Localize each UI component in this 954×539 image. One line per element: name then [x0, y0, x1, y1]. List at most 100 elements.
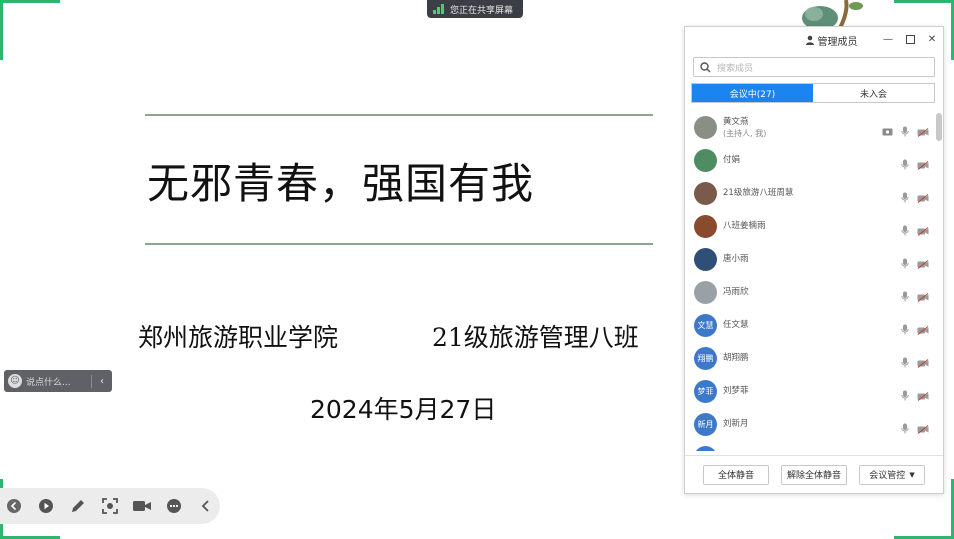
member-avatar — [694, 281, 717, 304]
camera-off-icon[interactable] — [917, 320, 929, 339]
slide-bottom-rule — [145, 243, 653, 245]
member-row[interactable]: 黄文燕 (主持人, 我) — [685, 111, 943, 144]
panel-footer: 全体静音 解除全体静音 会议管控 ▼ — [685, 455, 943, 493]
microphone-icon[interactable] — [901, 188, 909, 207]
microphone-icon[interactable] — [901, 353, 909, 372]
member-avatar — [694, 182, 717, 205]
member-row[interactable]: 八班姜楠雨 — [685, 210, 943, 243]
camera-off-icon[interactable] — [917, 254, 929, 273]
microphone-icon[interactable] — [901, 386, 909, 405]
camera-off-icon[interactable] — [917, 122, 929, 141]
member-name-block: 21级旅游八班周慧 — [723, 188, 793, 199]
panel-header: 管理成员 — ✕ — [685, 27, 943, 53]
microphone-icon[interactable] — [901, 287, 909, 306]
pen-icon[interactable] — [68, 496, 88, 516]
mute-all-button[interactable]: 全体静音 — [703, 464, 769, 485]
member-row[interactable]: 新月 刘新月 — [685, 408, 943, 441]
unmute-all-button[interactable]: 解除全体静音 — [781, 464, 847, 485]
meeting-control-button[interactable]: 会议管控 ▼ — [859, 464, 925, 485]
camera-icon[interactable] — [132, 496, 152, 516]
member-list: 黄文燕 (主持人, 我) 付娟 21级旅游八班周慧 八班姜楠雨 唐小雨 冯雨欣 文慧 任文慧 翔鹏… — [685, 111, 943, 451]
member-name-block: 唐小雨 — [723, 254, 749, 265]
member-row[interactable]: 冯雨欣 — [685, 276, 943, 309]
camera-off-icon[interactable] — [917, 155, 929, 174]
comment-placeholder: 说点什么... — [26, 374, 92, 388]
microphone-icon[interactable] — [901, 419, 909, 438]
member-search-input[interactable]: 搜索成员 — [693, 57, 935, 77]
screenshot-icon[interactable] — [100, 496, 120, 516]
slide-school: 郑州旅游职业学院 — [138, 323, 339, 352]
play-icon[interactable] — [36, 496, 56, 516]
search-placeholder: 搜索成员 — [717, 63, 754, 74]
member-row[interactable]: 文慧 任文慧 — [685, 309, 943, 342]
more-icon[interactable] — [164, 496, 184, 516]
camera-off-icon[interactable] — [917, 353, 929, 372]
member-list-scrollbar[interactable] — [936, 113, 942, 141]
member-avatar: 梦菲 — [694, 380, 717, 403]
member-name-block: 付娟 — [723, 155, 740, 166]
member-name-block: 任文慧 — [723, 320, 749, 331]
screen-share-indicator[interactable]: 您正在共享屏幕 — [427, 0, 523, 18]
camera-off-icon[interactable] — [917, 287, 929, 306]
member-row[interactable]: 梦菲 刘梦菲 — [685, 375, 943, 408]
camera-off-icon[interactable] — [917, 221, 929, 240]
member-avatar: 翔鹏 — [694, 347, 717, 370]
member-name-block: 八班姜楠雨 — [723, 221, 766, 232]
member-row[interactable]: 付娟 — [685, 144, 943, 177]
member-name: 任文慧 — [723, 320, 749, 330]
member-name: 付娟 — [723, 155, 741, 165]
screen-share-icon[interactable] — [882, 122, 893, 141]
comment-input[interactable]: ☺ 说点什么... ‹ — [4, 370, 112, 392]
previous-icon[interactable] — [4, 496, 24, 516]
member-avatar: 文慧 — [694, 314, 717, 337]
member-role: (主持人, 我) — [723, 128, 767, 138]
slide-class-name: 21级旅游管理八班 — [432, 323, 639, 352]
member-row[interactable]: 21级旅游八班周慧 — [685, 177, 943, 210]
microphone-icon[interactable] — [901, 155, 909, 174]
member-row[interactable]: 明迪吕明迪 — [685, 441, 943, 451]
search-icon — [700, 61, 711, 72]
caret-down-icon: ▼ — [909, 470, 915, 479]
member-avatar: 明迪 — [694, 446, 717, 451]
camera-off-icon[interactable] — [917, 419, 929, 438]
member-row[interactable]: 唐小雨 — [685, 243, 943, 276]
member-name: 刘梦菲 — [723, 386, 749, 396]
annotation-toolbar — [0, 488, 220, 524]
member-name: 八班姜楠雨 — [723, 221, 766, 231]
member-name: 唐小雨 — [723, 254, 749, 264]
microphone-icon[interactable] — [901, 122, 909, 141]
user-icon — [805, 35, 814, 45]
member-name-block: 刘新月 — [723, 419, 749, 430]
minimize-icon[interactable]: — — [883, 33, 893, 45]
member-name-block: 刘梦菲 — [723, 386, 749, 397]
member-name-block: 胡翔鹏 — [723, 353, 749, 364]
tab-not-joined[interactable]: 未入会 — [813, 84, 934, 102]
panel-title-text: 管理成员 — [817, 36, 858, 48]
panel-title: 管理成员 — [805, 33, 858, 48]
camera-off-icon[interactable] — [917, 386, 929, 405]
member-name: 刘新月 — [723, 419, 749, 429]
member-name-block: 冯雨欣 — [723, 287, 749, 298]
chevron-left-icon[interactable]: ‹ — [96, 376, 108, 387]
member-name: 21级旅游八班周慧 — [723, 188, 794, 198]
microphone-icon[interactable] — [901, 221, 909, 240]
member-panel: 管理成员 — ✕ 搜索成员 会议中(27) 未入会 黄文燕 (主持人, 我) 付娟 2… — [684, 26, 944, 494]
member-row[interactable]: 翔鹏 胡翔鹏 — [685, 342, 943, 375]
maximize-icon[interactable] — [905, 33, 915, 45]
member-tabs: 会议中(27) 未入会 — [691, 83, 935, 103]
microphone-icon[interactable] — [901, 320, 909, 339]
close-icon[interactable]: ✕ — [927, 33, 937, 45]
tab-in-meeting[interactable]: 会议中(27) — [692, 84, 813, 102]
member-avatar — [694, 215, 717, 238]
camera-off-icon[interactable] — [917, 188, 929, 207]
emoji-icon[interactable]: ☺ — [8, 374, 22, 388]
member-avatar — [694, 116, 717, 139]
microphone-icon[interactable] — [901, 254, 909, 273]
member-name: 黄文燕 — [723, 116, 749, 127]
member-avatar: 新月 — [694, 413, 717, 436]
member-name-block: 黄文燕 (主持人, 我) — [723, 117, 766, 139]
collapse-icon[interactable] — [196, 496, 216, 516]
member-name: 冯雨欣 — [723, 287, 749, 297]
slide-date: 2024年5月27日 — [310, 395, 497, 424]
member-avatar — [694, 149, 717, 172]
